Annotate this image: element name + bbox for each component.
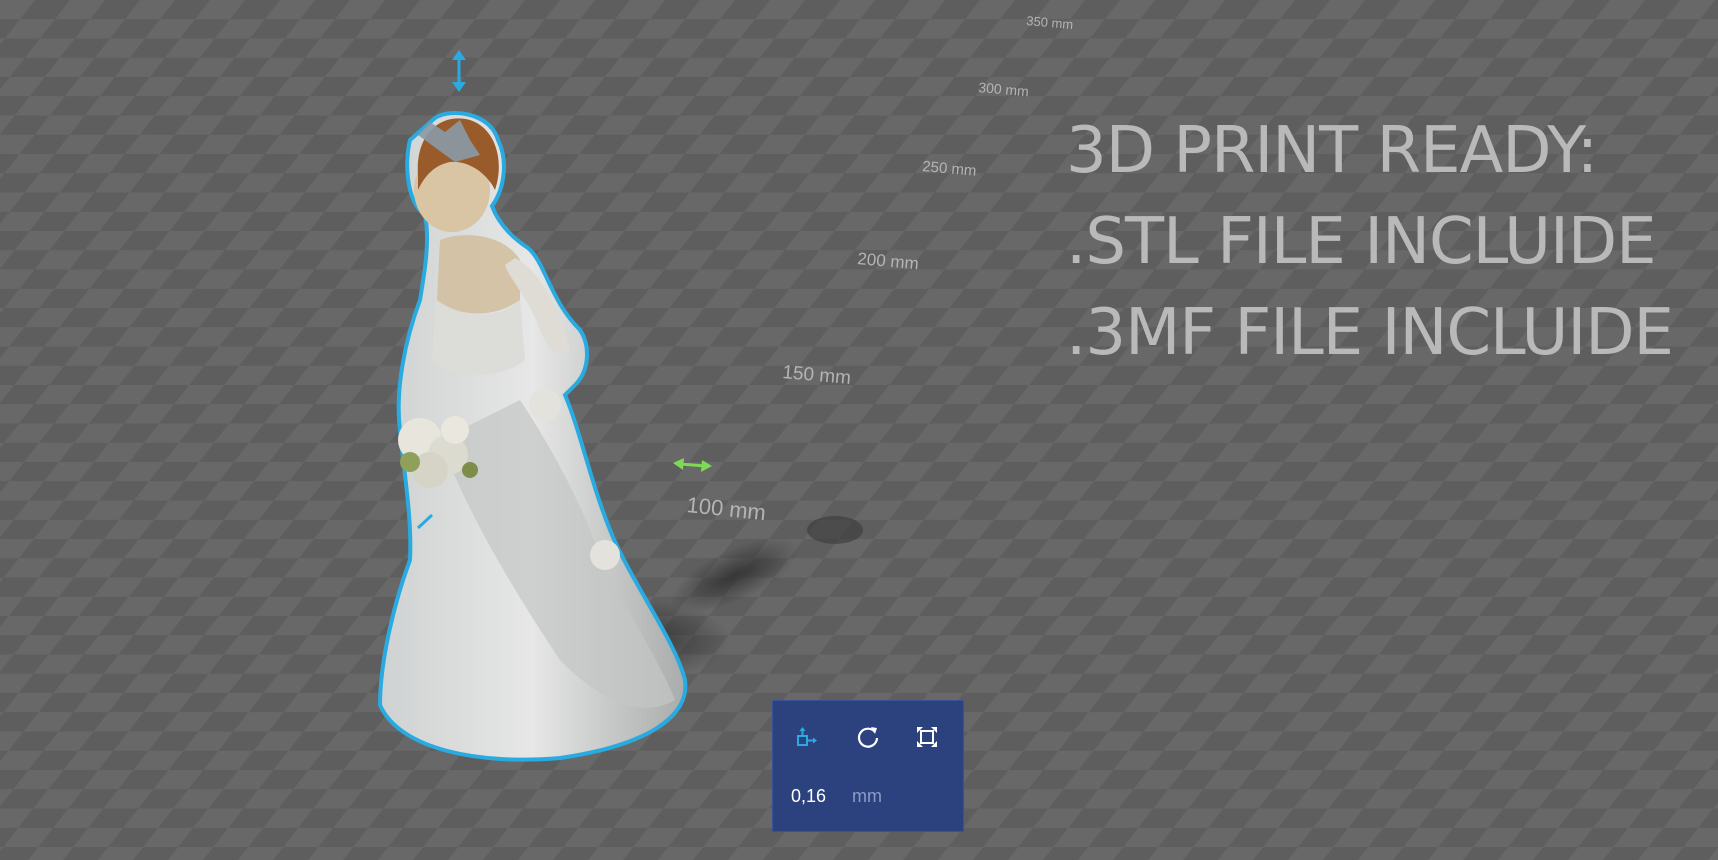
promo-line-3mf: .3MF FILE INCLUIDE — [1066, 296, 1674, 370]
scale-icon — [917, 727, 937, 747]
rotate-tool-button[interactable] — [850, 719, 886, 755]
layer-height-unit: mm — [852, 786, 882, 806]
move-tool-button[interactable] — [789, 719, 825, 755]
scale-tool-button[interactable] — [909, 719, 945, 755]
transform-toolbox: 0,16 mm — [772, 700, 964, 832]
rotate-icon — [857, 727, 879, 748]
promo-overlay: 3D PRINT READY: .STL FILE INCLUIDE .3MF … — [1066, 106, 1674, 379]
layer-height-value[interactable]: 0,16 — [791, 786, 826, 807]
promo-line-print-ready: 3D PRINT READY: — [1066, 114, 1598, 188]
move-icon — [797, 727, 817, 746]
promo-line-stl: .STL FILE INCLUIDE — [1066, 205, 1657, 279]
